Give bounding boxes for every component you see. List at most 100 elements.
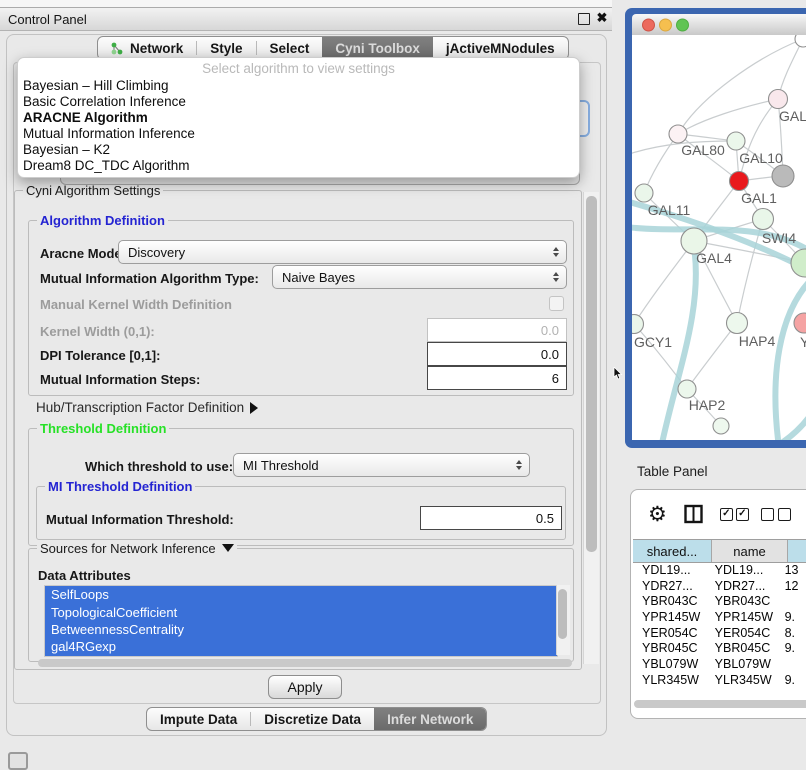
- mi-threshold-field[interactable]: 0.5: [420, 506, 562, 530]
- mi-threshold-label: Mutual Information Threshold:: [46, 512, 234, 527]
- network-node[interactable]: [795, 35, 806, 47]
- algorithm-option-dream8-dc-tdc-algorithm[interactable]: Dream8 DC_TDC Algorithm: [18, 158, 579, 174]
- close-traffic-light-icon[interactable]: [642, 18, 655, 31]
- tab-network[interactable]: Network: [98, 37, 196, 59]
- network-node-label: GAL: [779, 108, 806, 124]
- table-cell: 12: [776, 579, 806, 593]
- mouse-cursor: [613, 367, 625, 381]
- table-cell: 9.: [776, 673, 806, 687]
- network-node-label: GCY1: [634, 334, 672, 350]
- which-threshold-combo[interactable]: MI Threshold: [233, 453, 530, 477]
- unchecked-pair-icon[interactable]: [761, 508, 791, 521]
- network-node-gal10[interactable]: [727, 132, 745, 150]
- network-node[interactable]: [772, 165, 794, 187]
- table-row[interactable]: YPR145WYPR145W9.: [633, 609, 806, 625]
- network-node-hap2[interactable]: [678, 380, 696, 398]
- attribute-item-betweennesscentrality[interactable]: BetweennessCentrality: [45, 621, 557, 638]
- network-node-gal80[interactable]: [669, 125, 687, 143]
- sources-hscrollbar[interactable]: [38, 659, 572, 667]
- network-node-swi4[interactable]: [791, 249, 806, 277]
- mi-steps-field[interactable]: 6: [427, 366, 567, 390]
- hub-definition-expander[interactable]: Hub/Transcription Factor Definition: [36, 400, 258, 415]
- sources-legend[interactable]: Sources for Network Inference: [37, 541, 237, 556]
- network-node-label: GAL4: [696, 250, 732, 266]
- algorithm-option-bayesian-hill-climbing[interactable]: Bayesian – Hill Climbing: [18, 78, 579, 94]
- network-node-gal1[interactable]: [730, 172, 749, 191]
- clipped-corner-button[interactable]: [8, 752, 28, 770]
- tab-label: jActiveMNodules: [446, 41, 555, 56]
- aracne-mode-combo[interactable]: Discovery: [118, 240, 567, 264]
- table-row[interactable]: YIL052CYIL052C9: [633, 688, 806, 690]
- network-node-gcy1[interactable]: [632, 315, 644, 334]
- table-cell: 8.: [776, 626, 806, 640]
- network-node-label: HAP2: [689, 397, 726, 413]
- table-cell: 13: [776, 563, 806, 577]
- which-threshold-label: Which threshold to use:: [85, 459, 233, 474]
- network-edge: [634, 241, 694, 324]
- column-header-a[interactable]: A: [788, 540, 806, 562]
- table-cell: YDL19...: [633, 563, 706, 577]
- attributes-scrollbar-thumb[interactable]: [558, 589, 567, 639]
- network-node-label: GAL80: [681, 142, 725, 158]
- tab-style[interactable]: Style: [197, 37, 255, 59]
- table-cell: YLR345W: [633, 673, 706, 687]
- split-columns-icon[interactable]: [684, 504, 703, 524]
- settings-scrollbar-thumb[interactable]: [586, 196, 597, 552]
- attribute-item-topologicalcoefficient[interactable]: TopologicalCoefficient: [45, 603, 557, 620]
- gear-icon[interactable]: ⚙: [648, 502, 667, 526]
- table-hscrollbar[interactable]: [634, 700, 806, 708]
- attribute-item-gal4rgexp[interactable]: gal4RGexp: [45, 638, 557, 655]
- table-cell: YBR043C: [706, 594, 776, 608]
- network-node-hap4[interactable]: [727, 313, 748, 334]
- table-cell: 9.: [776, 610, 806, 624]
- dpi-tolerance-field[interactable]: 0.0: [427, 342, 567, 366]
- tab-infer-network[interactable]: Infer Network: [374, 708, 486, 730]
- float-window-icon[interactable]: [578, 13, 590, 25]
- table-cell: YER054C: [706, 626, 776, 640]
- tab-impute-data[interactable]: Impute Data: [147, 708, 250, 730]
- algorithm-option-basic-correlation-inference[interactable]: Basic Correlation Inference: [18, 94, 579, 110]
- network-node[interactable]: [753, 209, 774, 230]
- algorithm-option-mutual-information-inference[interactable]: Mutual Information Inference: [18, 126, 579, 142]
- kernel-width-value: 0.0: [541, 323, 559, 338]
- network-node-gal[interactable]: [769, 90, 788, 109]
- algorithm-option-aracne-algorithm[interactable]: ARACNE Algorithm: [18, 110, 579, 126]
- expander-right-icon: [250, 402, 258, 414]
- tab-label: Select: [270, 41, 310, 56]
- table-cell: YBR045C: [706, 641, 776, 655]
- network-node-label: GAL10: [739, 150, 783, 166]
- close-icon[interactable]: ✖: [594, 10, 610, 26]
- checked-pair-icon[interactable]: ✓✓: [720, 508, 749, 521]
- zoom-traffic-light-icon[interactable]: [676, 18, 689, 31]
- table-row[interactable]: YBR045CYBR045C9.: [633, 640, 806, 656]
- attributes-scrollbar[interactable]: [556, 585, 570, 655]
- table-row[interactable]: YDL19...YDL19...13: [633, 562, 806, 578]
- minimize-traffic-light-icon[interactable]: [659, 18, 672, 31]
- tab-discretize-data[interactable]: Discretize Data: [251, 708, 374, 730]
- tab-jactivemnodules[interactable]: jActiveMNodules: [433, 37, 568, 59]
- network-window-titlebar[interactable]: [632, 14, 806, 36]
- tab-select[interactable]: Select: [257, 37, 323, 59]
- table-row[interactable]: YLR345WYLR345W9.: [633, 672, 806, 688]
- network-node-y[interactable]: [794, 313, 806, 333]
- column-header-name[interactable]: name: [712, 540, 788, 562]
- column-header-shared-[interactable]: shared...: [633, 540, 712, 562]
- network-canvas[interactable]: GALGAL80GAL10GAL1GAL11SWI4GAL4GCY1HAP4YH…: [632, 35, 806, 440]
- network-node-gal11[interactable]: [635, 184, 653, 202]
- table-header-row: shared...nameA: [633, 539, 806, 563]
- attribute-item-selfloops[interactable]: SelfLoops: [45, 586, 557, 603]
- table-row[interactable]: YER054CYER054C8.: [633, 625, 806, 641]
- aracne-mode-label: Aracne Mode:: [40, 246, 126, 261]
- table-panel-title: Table Panel: [637, 464, 708, 479]
- table-row[interactable]: YBR043CYBR043C: [633, 593, 806, 609]
- tab-cyni-toolbox[interactable]: Cyni Toolbox: [322, 37, 433, 59]
- apply-button[interactable]: Apply: [268, 675, 342, 699]
- aracne-mode-value: Discovery: [128, 245, 185, 260]
- network-node[interactable]: [713, 418, 729, 434]
- settings-scrollbar[interactable]: [583, 192, 599, 664]
- table-cell: YBR043C: [633, 594, 706, 608]
- table-row[interactable]: YBL079WYBL079W: [633, 656, 806, 672]
- table-row[interactable]: YDR27...YDR27...12: [633, 578, 806, 594]
- algorithm-option-bayesian-k2[interactable]: Bayesian – K2: [18, 142, 579, 158]
- mi-type-combo[interactable]: Naive Bayes: [272, 265, 567, 289]
